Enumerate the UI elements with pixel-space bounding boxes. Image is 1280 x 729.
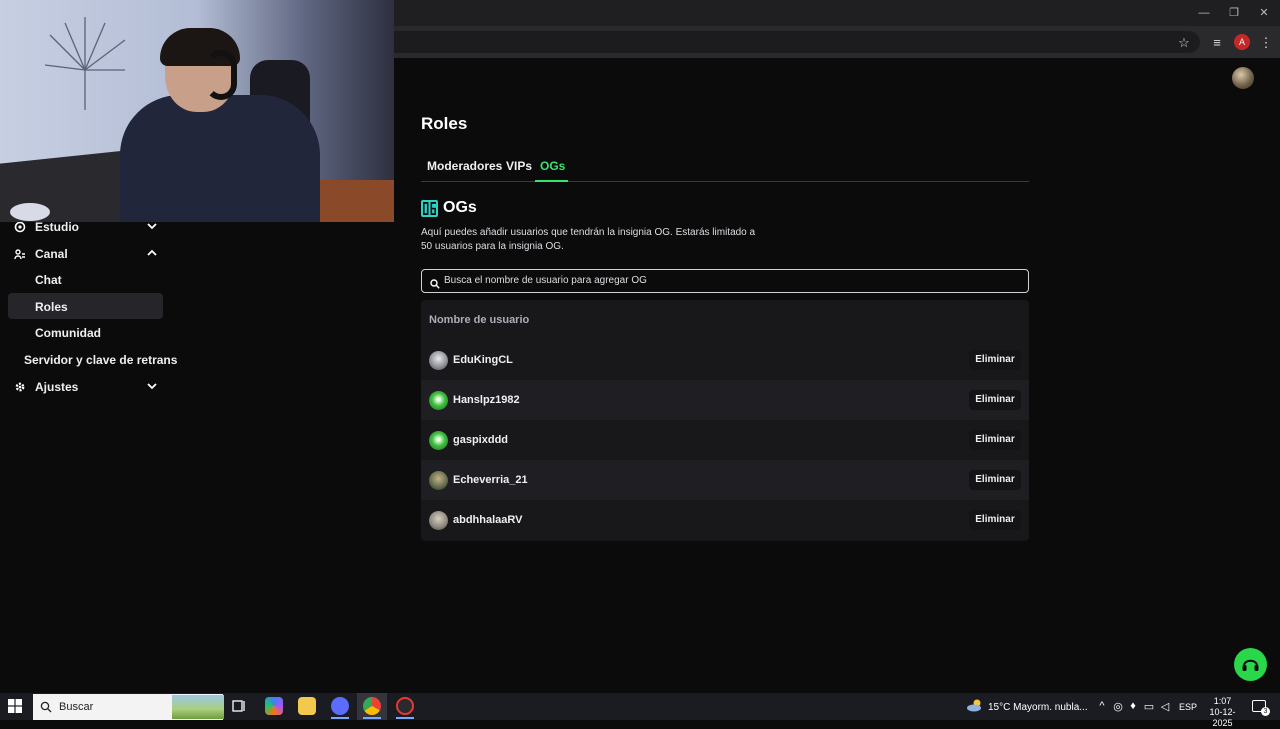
- address-bar[interactable]: [360, 31, 1200, 53]
- browser-menu-icon[interactable]: ⋮: [1257, 34, 1275, 52]
- avatar: [429, 471, 448, 490]
- search-highlight-image: [172, 695, 224, 719]
- section-heading: OGs: [443, 199, 477, 216]
- notification-count-badge: 3: [1261, 707, 1270, 716]
- remove-button[interactable]: Eliminar: [969, 510, 1021, 530]
- search-placeholder: Busca el nombre de usuario para agregar …: [444, 275, 647, 286]
- camera-privacy-icon[interactable]: ◎: [1112, 700, 1124, 713]
- weather-cloud-icon[interactable]: [966, 698, 983, 712]
- close-icon[interactable]: ✕: [1257, 6, 1271, 20]
- table-row: [421, 420, 1029, 460]
- og-badge-icon: [421, 200, 438, 217]
- avatar: [429, 431, 448, 450]
- app-running-indicator: [331, 717, 349, 719]
- sidebar-item-roles-row[interactable]: [8, 293, 163, 319]
- sidebar-item-channel[interactable]: Canal: [35, 247, 68, 261]
- clock-time: 1:07: [1213, 696, 1232, 706]
- sidebar-item-stream-key[interactable]: Servidor y clave de retrans: [24, 353, 177, 367]
- tab-ogs[interactable]: OGs: [540, 159, 565, 173]
- username[interactable]: gaspixddd: [453, 434, 508, 446]
- avatar: [429, 351, 448, 370]
- tab-moderators[interactable]: Moderadores: [427, 159, 502, 173]
- remove-button[interactable]: Eliminar: [969, 390, 1021, 410]
- bookmark-star-icon[interactable]: ☆: [1175, 34, 1193, 52]
- remove-button[interactable]: Eliminar: [969, 430, 1021, 450]
- minimize-icon[interactable]: —: [1197, 6, 1211, 20]
- avatar: [429, 511, 448, 530]
- page-title: Roles: [421, 114, 468, 133]
- app-running-indicator: [396, 717, 414, 719]
- avatar: [429, 391, 448, 410]
- clock-date: 10-12-2025: [1209, 707, 1236, 728]
- volume-icon[interactable]: ◁: [1159, 700, 1171, 713]
- restore-icon[interactable]: ❐: [1227, 6, 1241, 20]
- copilot-icon[interactable]: [265, 697, 283, 715]
- tabs-divider: [421, 181, 1029, 182]
- gear-icon: [14, 380, 26, 398]
- sidebar-item-studio[interactable]: Estudio: [35, 220, 79, 234]
- clock[interactable]: 1:07 10-12-2025: [1200, 696, 1245, 729]
- taskbar-search-label: Buscar: [59, 701, 94, 713]
- browser-profile-avatar[interactable]: A: [1234, 34, 1250, 50]
- headset: [205, 50, 237, 100]
- help-chat-button[interactable]: [1234, 648, 1267, 681]
- app-running-indicator: [363, 717, 381, 719]
- task-view-icon[interactable]: [231, 698, 249, 716]
- username[interactable]: abdhhalaaRV: [453, 514, 523, 526]
- headset-icon: [1242, 659, 1259, 671]
- file-explorer-icon[interactable]: [298, 697, 316, 715]
- remove-button[interactable]: Eliminar: [969, 470, 1021, 490]
- channel-icon: [14, 247, 26, 265]
- username[interactable]: Hanslpz1982: [453, 394, 520, 406]
- tab-vips[interactable]: VIPs: [506, 159, 532, 173]
- media-controls-icon[interactable]: ≡: [1208, 34, 1226, 52]
- sidebar-item-settings[interactable]: Ajustes: [35, 380, 78, 394]
- obs-icon[interactable]: [396, 697, 414, 715]
- mouse: [10, 203, 50, 221]
- discord-icon[interactable]: [331, 697, 349, 715]
- active-tab-indicator: [535, 180, 568, 182]
- chevron-up-icon[interactable]: [146, 247, 158, 259]
- column-header-username: Nombre de usuario: [429, 314, 530, 326]
- section-description: Aquí puedes añadir usuarios que tendrán …: [421, 227, 756, 252]
- chrome-icon[interactable]: [363, 697, 381, 715]
- user-avatar[interactable]: [1232, 67, 1254, 89]
- sidebar-item-roles[interactable]: Roles: [35, 300, 68, 314]
- remove-button[interactable]: Eliminar: [969, 350, 1021, 370]
- studio-icon: [14, 220, 26, 238]
- username[interactable]: Echeverria_21: [453, 474, 528, 486]
- webcam-overlay: [0, 0, 394, 222]
- search-icon: [430, 276, 440, 289]
- network-icon[interactable]: ▭: [1143, 700, 1155, 713]
- windows-start-icon[interactable]: [8, 699, 22, 713]
- wall-decoration: [44, 17, 126, 110]
- microphone-icon[interactable]: ♦: [1127, 700, 1139, 712]
- sidebar-item-chat[interactable]: Chat: [35, 273, 62, 287]
- search-icon: [40, 700, 52, 718]
- language-indicator[interactable]: ESP: [1179, 702, 1197, 712]
- username[interactable]: EduKingCL: [453, 354, 513, 366]
- chevron-down-icon[interactable]: [146, 380, 158, 392]
- weather-text[interactable]: 15°C Mayorm. nubla...: [988, 702, 1088, 713]
- person: [120, 95, 320, 222]
- chevron-up-icon[interactable]: ^: [1096, 700, 1108, 712]
- sidebar-item-community[interactable]: Comunidad: [35, 326, 101, 340]
